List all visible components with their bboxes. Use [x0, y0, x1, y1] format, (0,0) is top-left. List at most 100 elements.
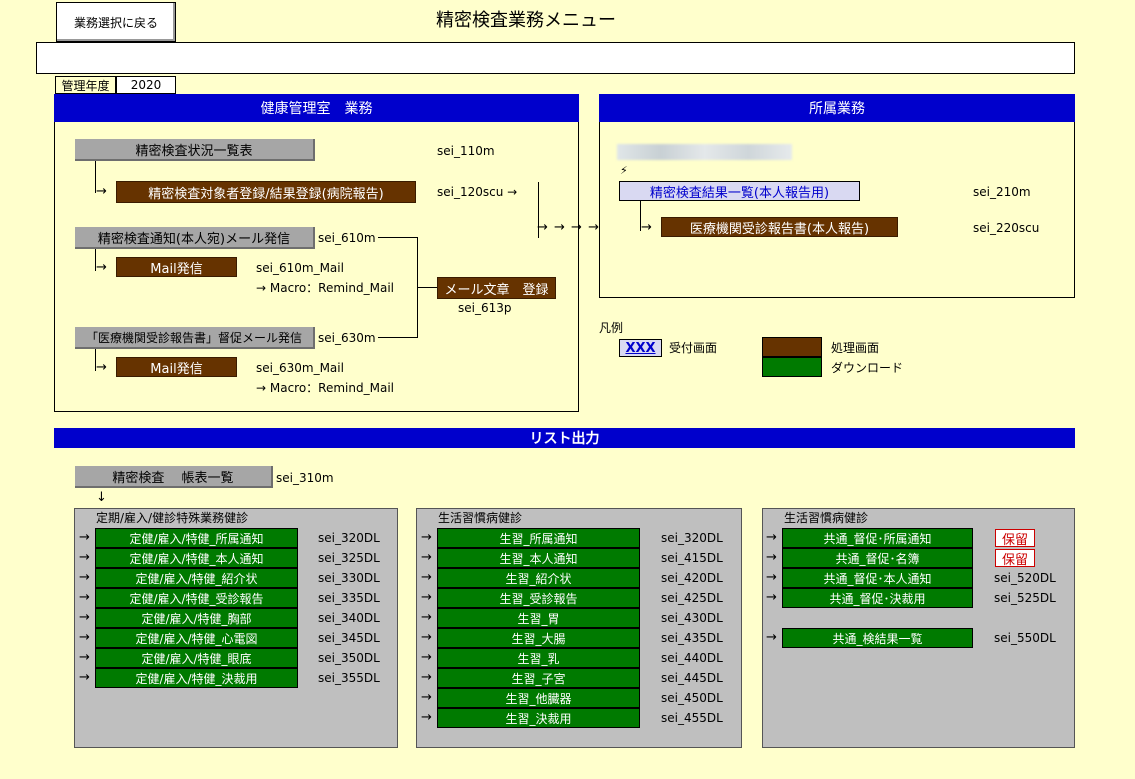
download-button[interactable]: 定健/雇入/特健_紹介状 [95, 568, 298, 588]
download-button[interactable]: 共通_督促･本人通知 [782, 568, 973, 588]
status-list-code: sei_110m [437, 144, 495, 158]
health-office-title: 健康管理室 業務 [54, 94, 579, 122]
download-button[interactable]: 定健/雇入/特健_胸部 [95, 608, 298, 628]
download-button[interactable]: 共通_督促･所属通知 [782, 528, 973, 548]
status-list-button[interactable]: 精密検査状況一覧表 [75, 139, 315, 161]
legend-reception-swatch: XXX [619, 339, 662, 357]
arrow-icon: → [79, 630, 90, 645]
download-button[interactable]: 定健/雇入/特健_心電図 [95, 628, 298, 648]
download-button[interactable]: 生習_子宮 [437, 668, 640, 688]
arrow-icon: → [766, 590, 777, 605]
download-button[interactable]: 定健/雇入/特健_眼底 [95, 648, 298, 668]
download-button[interactable]: 生習_所属通知 [437, 528, 640, 548]
mail-send-button-2[interactable]: Mail発信 [116, 357, 237, 377]
download-button[interactable]: 共通_督促･名簿 [782, 548, 973, 568]
page-title: 精密検査業務メニュー [436, 10, 616, 31]
download-code: sei_430DL [661, 611, 723, 625]
download-button[interactable]: 生習_決裁用 [437, 708, 640, 728]
arrow-icon: → [79, 610, 90, 625]
download-button[interactable]: 共通_督促･決裁用 [782, 588, 973, 608]
download-button[interactable]: 共通_検結果一覧 [782, 628, 973, 648]
download-code: sei_325DL [318, 551, 380, 565]
download-code: sei_440DL [661, 651, 723, 665]
arrow-icon: → [96, 360, 107, 375]
arrow-icon: → [421, 670, 432, 685]
back-to-task-select-button[interactable]: 業務選択に戻る [56, 2, 176, 42]
common-title: 生活習慣病健診 [784, 511, 869, 525]
download-code: sei_345DL [318, 631, 380, 645]
download-button[interactable]: 定健/雇入/特健_決裁用 [95, 668, 298, 688]
remind-mail-button[interactable]: 「医療機関受診報告書」督促メール発信 [75, 327, 315, 349]
legend-download-label: ダウンロード [831, 361, 904, 375]
arrow-icon: → [96, 260, 107, 275]
arrow-icon: → [421, 690, 432, 705]
arrow-icon: → [79, 670, 90, 685]
message-field[interactable] [36, 42, 1075, 74]
download-code: sei_525DL [994, 591, 1056, 605]
arrow-icon: → [79, 530, 90, 545]
download-code: sei_415DL [661, 551, 723, 565]
arrow-icon: → [79, 650, 90, 665]
mail-send-button-1[interactable]: Mail発信 [116, 257, 237, 277]
remind-mail-code: sei_630m [318, 331, 376, 345]
year-label: 管理年度 [55, 76, 116, 94]
download-code: sei_340DL [318, 611, 380, 625]
down-arrow-icon: ↓ [96, 490, 107, 505]
blurred-user-info [617, 144, 792, 160]
ledger-list-code: sei_310m [276, 471, 334, 485]
connector-line [378, 237, 418, 238]
result-list-button[interactable]: 精密検査結果一覧(本人報告用) [619, 181, 860, 201]
arrow-icon: → [766, 570, 777, 585]
download-button[interactable]: 生習_他臓器 [437, 688, 640, 708]
result-list-code: sei_210m [973, 185, 1031, 199]
download-button[interactable]: 定健/雇入/特健_受診報告 [95, 588, 298, 608]
notice-mail-button[interactable]: 精密検査通知(本人宛)メール発信 [75, 227, 315, 249]
mail-text-register-button[interactable]: メール文章 登録 [437, 277, 556, 299]
download-button[interactable]: 生習_胃 [437, 608, 640, 628]
target-register-button[interactable]: 精密検査対象者登録/結果登録(病院報告) [116, 181, 416, 203]
download-code: sei_520DL [994, 571, 1056, 585]
arrow-icon: → [79, 550, 90, 565]
mail-send-1-macro: → Macro：Remind_Mail [256, 281, 394, 295]
legend-download-swatch [762, 357, 822, 377]
download-button[interactable]: 定健/雇入/特健_本人通知 [95, 548, 298, 568]
hold-badge: 保留 [995, 549, 1035, 568]
year-field[interactable]: 2020 [116, 76, 176, 94]
download-button[interactable]: 生習_乳 [437, 648, 640, 668]
download-code: sei_420DL [661, 571, 723, 585]
download-button[interactable]: 生習_大腸 [437, 628, 640, 648]
arrow-icon: → [421, 630, 432, 645]
arrow-icon: → [766, 630, 777, 645]
download-code: sei_335DL [318, 591, 380, 605]
lifestyle-checkup-title: 生活習慣病健診 [438, 511, 523, 525]
affiliate-title: 所属業務 [599, 94, 1075, 122]
mail-send-2-macro: → Macro：Remind_Mail [256, 381, 394, 395]
arrow-icon: → [641, 220, 652, 235]
legend-processing-label: 処理画面 [831, 341, 880, 355]
download-code: sei_320DL [318, 531, 380, 545]
download-button[interactable]: 生習_本人通知 [437, 548, 640, 568]
arrow-icon: → [96, 184, 107, 199]
arrow-icon: → [79, 570, 90, 585]
connector-line [417, 287, 437, 288]
mail-send-2-code: sei_630m_Mail [256, 361, 344, 375]
legend-reception-label: 受付画面 [669, 341, 718, 355]
legend-title: 凡例 [599, 321, 624, 335]
download-button[interactable]: 生習_受診報告 [437, 588, 640, 608]
arrow-icon: → [421, 550, 432, 565]
arrow-icon: → [421, 610, 432, 625]
download-code: sei_445DL [661, 671, 723, 685]
ledger-list-button[interactable]: 精密検査 帳表一覧 [75, 466, 273, 488]
download-button[interactable]: 定健/雇入/特健_所属通知 [95, 528, 298, 548]
list-output-title: リスト出力 [54, 428, 1075, 448]
arrow-icon: → [766, 550, 777, 565]
clinic-report-button[interactable]: 医療機関受診報告書(本人報告) [661, 217, 898, 237]
target-register-code: sei_120scu → [437, 185, 518, 199]
notice-mail-code: sei_610m [318, 231, 376, 245]
download-code: sei_330DL [318, 571, 380, 585]
download-code: sei_455DL [661, 711, 723, 725]
mail-text-code: sei_613p [458, 301, 512, 315]
download-code: sei_550DL [994, 631, 1056, 645]
download-button[interactable]: 生習_紹介状 [437, 568, 640, 588]
download-code: sei_450DL [661, 691, 723, 705]
